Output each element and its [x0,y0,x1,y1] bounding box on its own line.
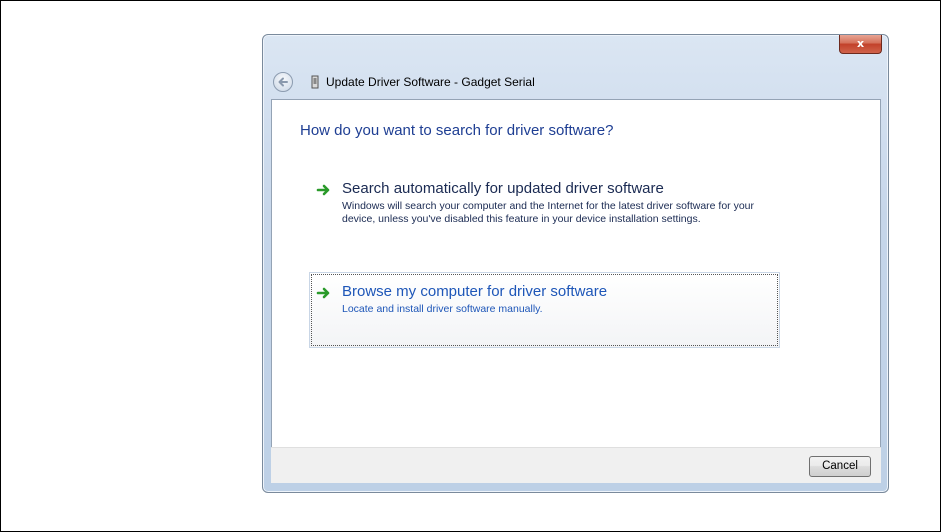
page-heading: How do you want to search for driver sof… [300,122,614,139]
browse-computer-option[interactable]: Browse my computer for driver software L… [309,272,780,348]
option-description: Locate and install driver software manua… [342,303,543,315]
search-automatically-option[interactable]: Search automatically for updated driver … [310,180,780,250]
dialog-footer: Cancel [271,447,881,483]
back-button[interactable] [273,72,293,92]
green-arrow-icon [316,287,330,299]
title-bar: Update Driver Software - Gadget Serial [271,71,831,95]
update-driver-dialog: x Update Driver Software - Gadget Serial… [262,34,889,493]
content-panel: How do you want to search for driver sof… [271,99,881,449]
option-title: Search automatically for updated driver … [342,180,664,197]
option-description: Windows will search your computer and th… [342,200,755,225]
dialog-title: Update Driver Software - Gadget Serial [326,75,535,89]
green-arrow-icon [316,184,330,196]
device-icon [311,75,319,89]
back-arrow-icon [278,77,288,87]
cancel-button[interactable]: Cancel [809,456,871,477]
option-title: Browse my computer for driver software [342,283,608,300]
close-button[interactable]: x [839,35,882,54]
